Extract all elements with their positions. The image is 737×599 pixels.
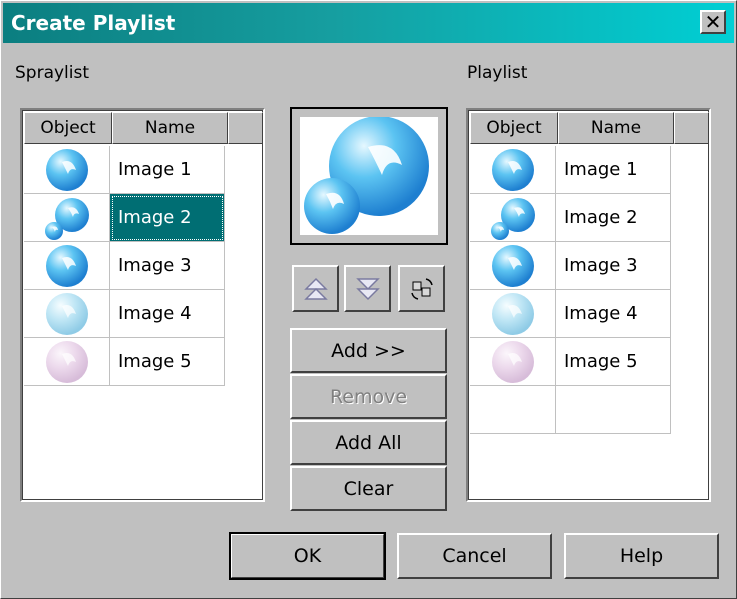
move-down-button[interactable] bbox=[344, 265, 391, 312]
create-playlist-dialog: Create Playlist ✕ Spraylist Playlist Obj… bbox=[0, 0, 737, 599]
shuffle-button[interactable] bbox=[398, 265, 445, 312]
spraylist-row-name: Image 4 bbox=[110, 290, 225, 338]
remove-button[interactable]: Remove bbox=[290, 374, 447, 419]
clear-button-label: Clear bbox=[343, 477, 394, 500]
spraylist-row-name: Image 3 bbox=[110, 242, 225, 290]
spraylist-row-name: Image 5 bbox=[110, 338, 225, 386]
sphere-blue-icon bbox=[45, 148, 88, 191]
move-down-icon bbox=[355, 277, 380, 300]
close-icon: ✕ bbox=[704, 10, 722, 34]
playlist-row-2[interactable]: Image 2 bbox=[470, 194, 671, 242]
double-sphere-icon bbox=[490, 197, 535, 240]
playlist-row-1[interactable]: Image 1 bbox=[470, 146, 671, 194]
sphere-light-blue-icon bbox=[45, 292, 88, 335]
cancel-button[interactable]: Cancel bbox=[397, 533, 552, 579]
window-title: Create Playlist bbox=[11, 11, 176, 35]
spraylist-row-3[interactable]: Image 3 bbox=[24, 242, 225, 290]
sphere-pink-icon bbox=[45, 340, 88, 383]
playlist-label: Playlist bbox=[467, 63, 528, 83]
help-button[interactable]: Help bbox=[564, 533, 719, 579]
double-sphere-icon bbox=[44, 197, 89, 240]
spraylist-row-5[interactable]: Image 5 bbox=[24, 338, 225, 386]
playlist-row-4[interactable]: Image 4 bbox=[470, 290, 671, 338]
add-all-button-label: Add All bbox=[335, 431, 402, 454]
cancel-button-label: Cancel bbox=[442, 545, 507, 567]
playlist-row-name: Image 2 bbox=[556, 194, 671, 242]
sphere-blue-icon bbox=[45, 244, 88, 287]
playlist-column-filler bbox=[674, 112, 709, 144]
move-up-button[interactable] bbox=[292, 265, 339, 312]
playlist-row-3[interactable]: Image 3 bbox=[470, 242, 671, 290]
ok-button[interactable]: OK bbox=[229, 532, 386, 580]
title-bar[interactable]: Create Playlist ✕ bbox=[3, 3, 734, 43]
shuffle-icon bbox=[410, 277, 433, 300]
playlist-row-name: Image 1 bbox=[556, 146, 671, 194]
clear-button[interactable]: Clear bbox=[290, 466, 447, 511]
sphere-blue-icon bbox=[491, 244, 534, 287]
help-button-label: Help bbox=[619, 545, 664, 567]
add-button-label: Add >> bbox=[331, 339, 406, 362]
add-all-button[interactable]: Add All bbox=[290, 420, 447, 465]
spraylist-row-2[interactable]: Image 2 bbox=[24, 194, 225, 242]
spraylist-row-1[interactable]: Image 1 bbox=[24, 146, 225, 194]
spraylist-listview[interactable]: Object Name Image 1 Image 2 Image 3 Imag… bbox=[20, 108, 265, 502]
spraylist-header: Object Name bbox=[24, 112, 263, 144]
move-up-icon bbox=[303, 277, 328, 300]
playlist-row-name: Image 3 bbox=[556, 242, 671, 290]
spraylist-row-4[interactable]: Image 4 bbox=[24, 290, 225, 338]
playlist-header: Object Name bbox=[470, 112, 709, 144]
playlist-row-name: Image 4 bbox=[556, 290, 671, 338]
spraylist-row-name: Image 1 bbox=[110, 146, 225, 194]
spraylist-label: Spraylist bbox=[15, 63, 90, 83]
spraylist-column-object[interactable]: Object bbox=[24, 112, 112, 144]
spraylist-row-name: Image 2 bbox=[110, 194, 225, 242]
double-sphere-preview-icon bbox=[304, 117, 429, 234]
spraylist-column-filler bbox=[228, 112, 263, 144]
spraylist-column-name[interactable]: Name bbox=[112, 112, 228, 144]
playlist-row-name: Image 5 bbox=[556, 338, 671, 386]
playlist-listview[interactable]: Object Name Image 1 Image 2 Image 3 Imag… bbox=[466, 108, 711, 502]
sphere-pink-icon bbox=[491, 340, 534, 383]
sphere-light-blue-icon bbox=[491, 292, 534, 335]
ok-button-label: OK bbox=[293, 545, 322, 567]
playlist-column-name[interactable]: Name bbox=[558, 112, 674, 144]
remove-button-label: Remove bbox=[329, 385, 408, 408]
add-button[interactable]: Add >> bbox=[290, 328, 447, 373]
close-button[interactable]: ✕ bbox=[700, 10, 726, 34]
playlist-row-5[interactable]: Image 5 bbox=[470, 338, 671, 386]
playlist-row-empty[interactable] bbox=[470, 386, 671, 434]
sphere-blue-icon bbox=[491, 148, 534, 191]
image-preview bbox=[290, 107, 448, 245]
playlist-column-object[interactable]: Object bbox=[470, 112, 558, 144]
